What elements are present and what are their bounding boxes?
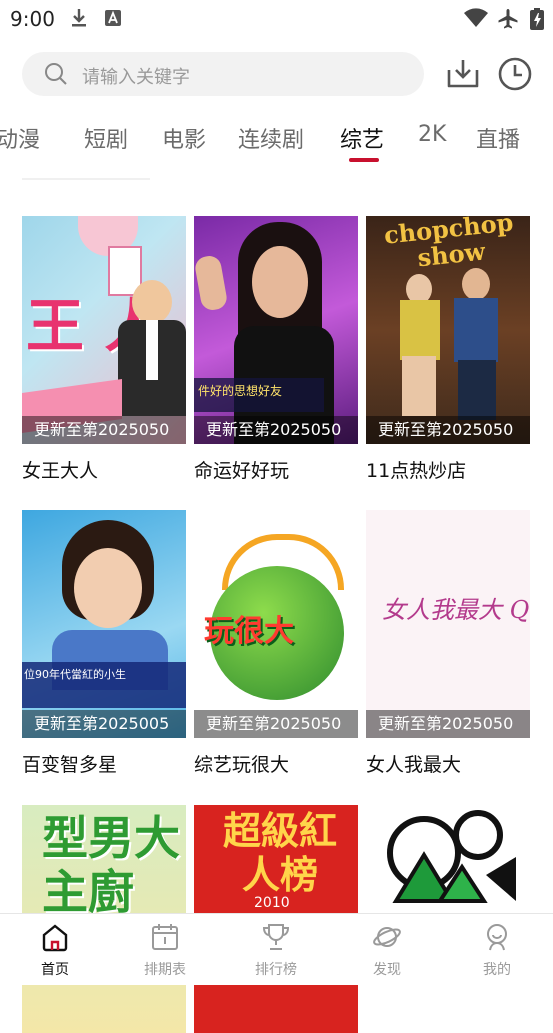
airplane-mode-icon [497,8,519,34]
video-thumbnail[interactable]: 位90年代當紅的小生 更新至第2025005 [22,510,186,738]
update-label: 更新至第2025050 [366,416,530,444]
wifi-icon [463,8,489,32]
video-card[interactable]: 件好的思想好友 更新至第2025050 命运好好玩 [194,216,358,483]
poster-art-text: chopchop show [382,216,515,273]
video-card[interactable]: chopchop show 更新至第2025050 11点热炒店 [366,216,530,483]
tab-movie[interactable]: 电影 [162,122,206,154]
nav-label: 发现 [373,962,401,978]
poster-art-text: 型男大主廚 [42,811,180,919]
nav-ranking[interactable]: 排行榜 [221,914,331,985]
status-bar: 9:00 [0,0,553,38]
nav-label: 我的 [483,962,511,978]
video-thumbnail[interactable]: 玩很大 更新至第2025050 [194,510,358,738]
tab-2k[interactable]: 2K [418,122,446,147]
planet-icon [373,927,401,947]
search-input[interactable]: 请输入关键字 [82,63,190,89]
nav-label: 排行榜 [255,962,297,978]
nav-label: 首页 [41,962,69,978]
search-icon [44,62,68,90]
update-label: 更新至第2025050 [194,416,358,444]
bottom-navigation: 首页 排期表 排行榜 发现 我的 [0,913,553,985]
category-tabs: 动漫 短剧 电影 连续剧 综艺 2K 直播 [0,110,553,168]
nav-label: 排期表 [144,962,186,978]
tab-anime[interactable]: 动漫 [0,122,40,154]
app-notification-icon [104,8,122,32]
update-label: 更新至第2025050 [194,710,358,738]
poster-art-year: 2010 [254,895,290,911]
update-label: 更新至第2025005 [22,710,186,738]
trophy-icon [262,924,290,950]
download-tray-icon [447,60,479,88]
video-thumbnail[interactable]: 女人我最大 Queen 更新至第2025050 [366,510,530,738]
video-title[interactable]: 命运好好玩 [194,456,358,483]
status-time: 9:00 [10,7,55,31]
video-title[interactable]: 11点热炒店 [366,456,530,483]
download-icon [70,8,88,32]
video-card[interactable]: 玩很大 更新至第2025050 综艺玩很大 [194,510,358,777]
update-label: 更新至第2025050 [366,710,530,738]
camera-logo-icon [387,810,516,903]
video-title[interactable]: 女人我最大 [366,750,530,777]
poster-art-text: 超級紅人榜 [222,808,337,897]
search-bar[interactable]: 请输入关键字 [22,52,424,96]
nav-home[interactable]: 首页 [0,914,110,985]
video-title[interactable]: 综艺玩很大 [194,750,358,777]
video-card[interactable]: 位90年代當紅的小生 更新至第2025005 百变智多星 [22,510,186,777]
nav-profile[interactable]: 我的 [442,914,552,985]
poster-art-text: 位90年代當紅的小生 [24,668,126,681]
filter-strip-remnant [22,168,150,180]
video-card[interactable]: 王 人 更新至第2025050 女王大人 [22,216,186,483]
poster-art-text: 女人我最大 Queen [382,596,530,624]
tab-variety[interactable]: 综艺 [340,122,384,154]
poster-art-text: 件好的思想好友 [198,384,283,398]
update-label: 更新至第2025050 [22,416,186,444]
video-title[interactable]: 百变智多星 [22,750,186,777]
video-thumbnail[interactable]: 王 人 更新至第2025050 [22,216,186,444]
clock-icon [498,57,532,91]
active-tab-indicator [349,158,379,162]
tab-series[interactable]: 连续剧 [238,122,304,154]
history-button[interactable] [497,56,533,92]
video-thumbnail[interactable]: 件好的思想好友 更新至第2025050 [194,216,358,444]
battery-charging-icon [530,8,544,34]
video-title[interactable]: 女王大人 [22,456,186,483]
tab-short-drama[interactable]: 短剧 [84,122,128,154]
calendar-icon [152,924,178,950]
video-thumbnail[interactable]: chopchop show 更新至第2025050 [366,216,530,444]
nav-schedule[interactable]: 排期表 [110,914,220,985]
home-icon [42,924,68,952]
download-button[interactable] [445,56,481,92]
tab-live[interactable]: 直播 [476,122,520,154]
poster-art-text: 玩很大 [204,614,294,649]
video-card[interactable]: 女人我最大 Queen 更新至第2025050 女人我最大 [366,510,530,777]
profile-icon [487,924,507,951]
nav-discover[interactable]: 发现 [332,914,442,985]
